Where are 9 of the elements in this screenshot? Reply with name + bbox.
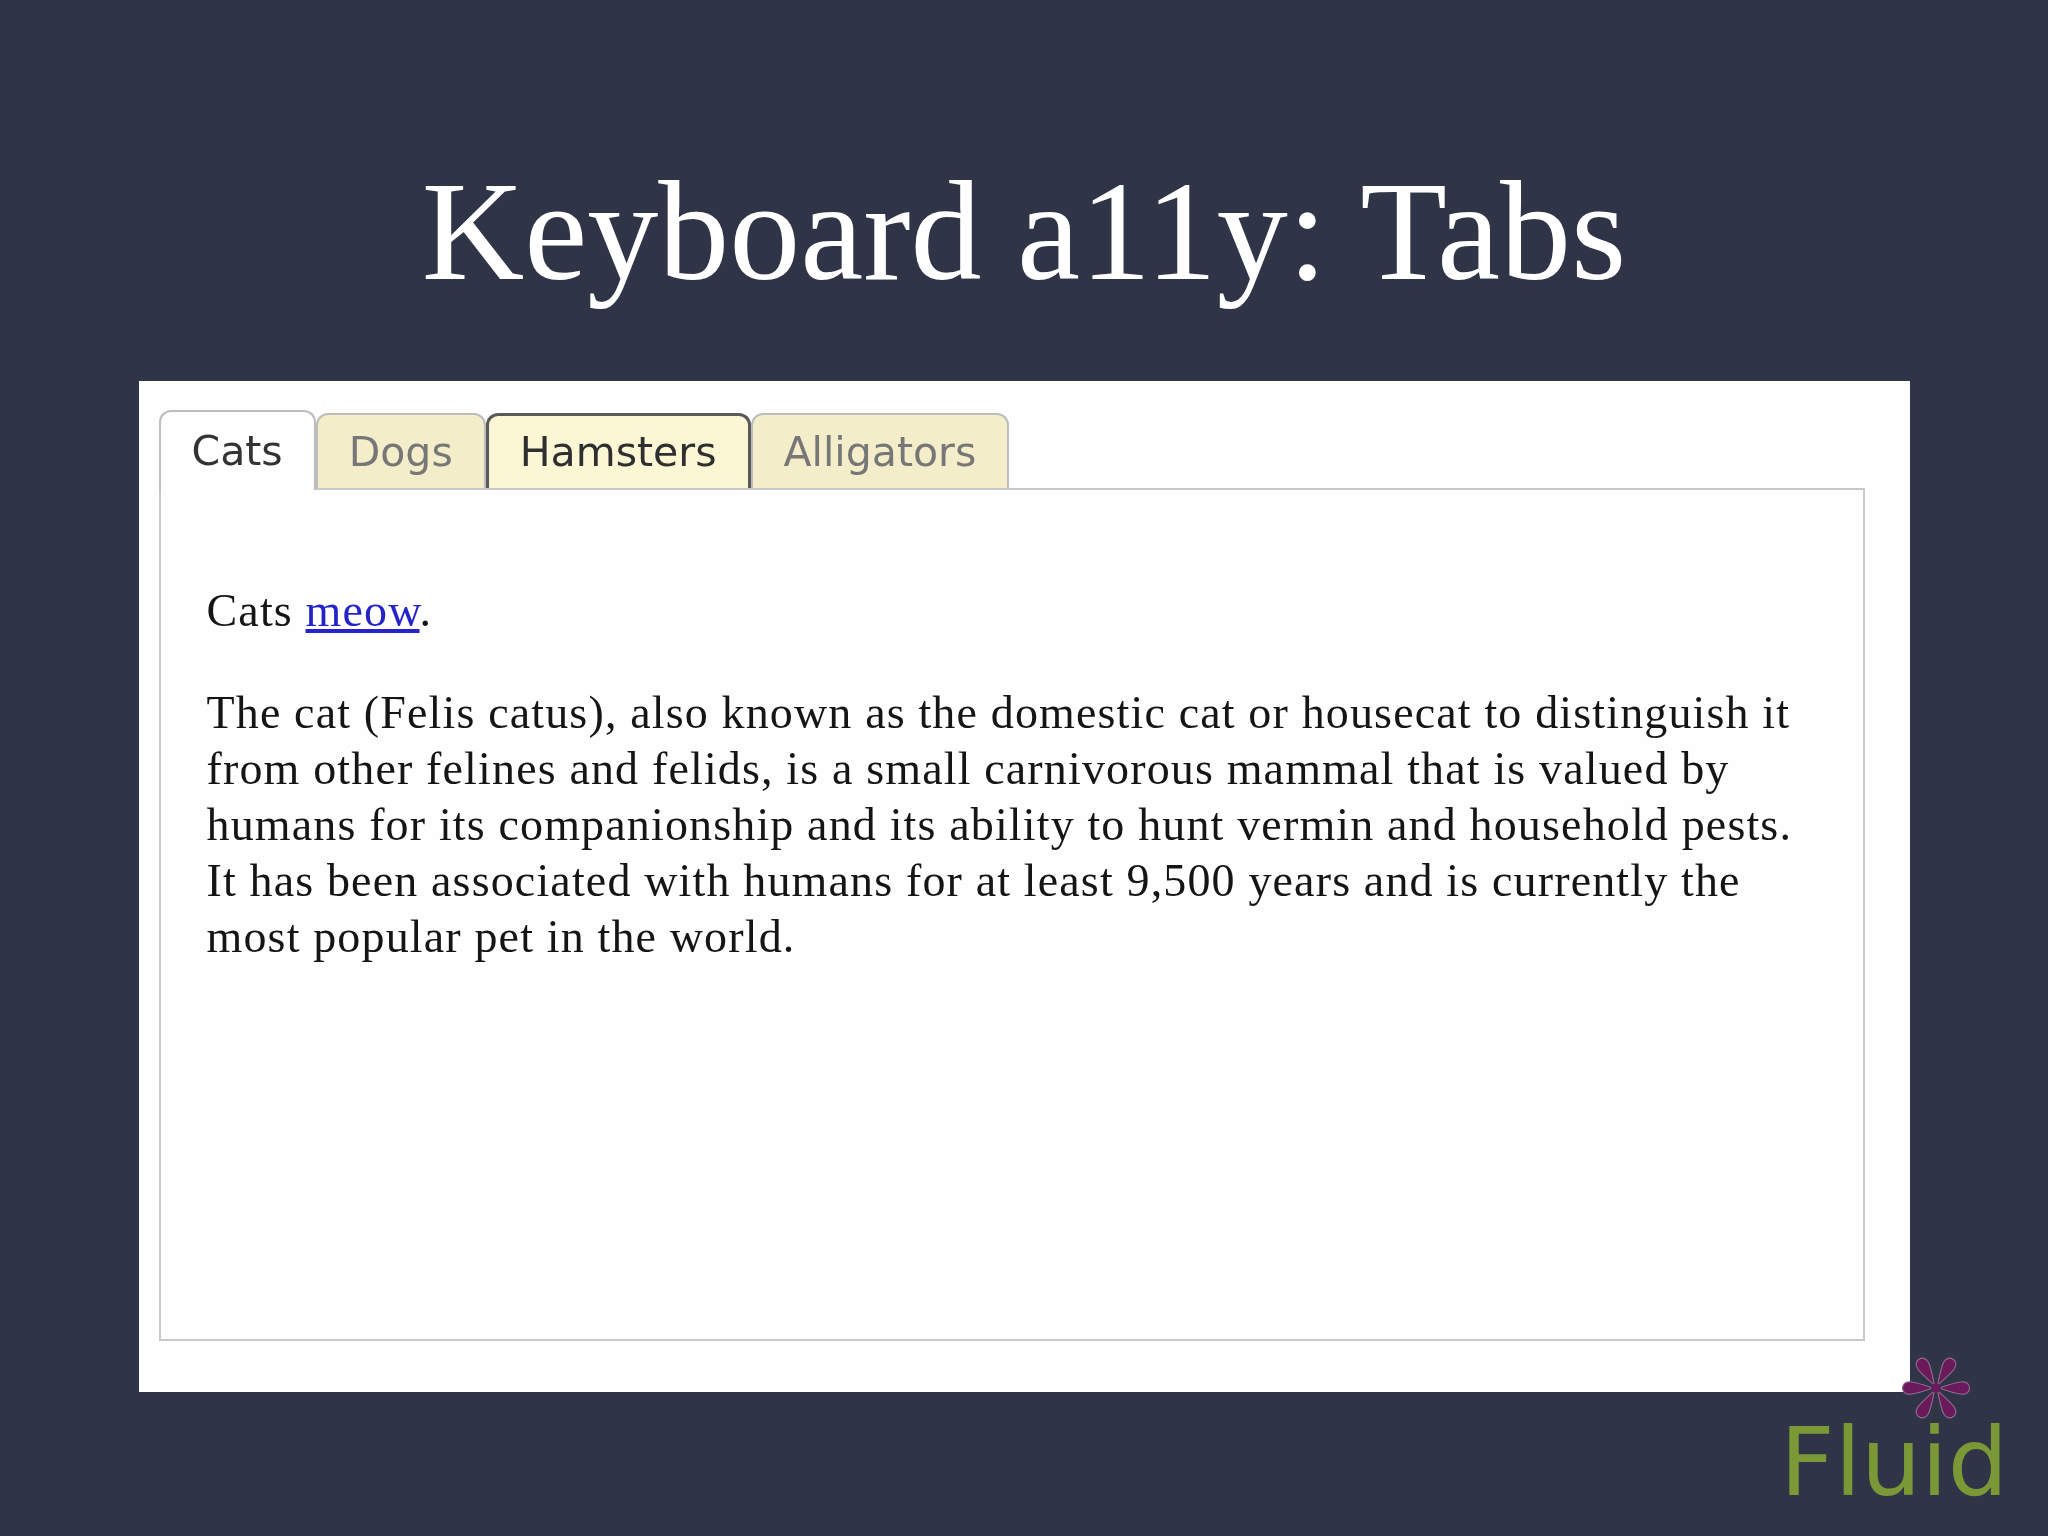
logo-text: Fluid <box>1780 1422 2008 1502</box>
text-link[interactable]: meow <box>305 585 420 636</box>
slide-title: Keyboard a11y: Tabs <box>421 151 1627 312</box>
tab[interactable]: Cats <box>158 410 316 490</box>
tab[interactable]: Dogs <box>315 413 486 488</box>
tab[interactable]: Hamsters <box>485 413 751 488</box>
intro-text: Cats meow. <box>206 584 434 638</box>
paragraph-text: The cat (Felis catus), also known as the domestic cat or housecat to distinguish it from other felines and felids, is a small carnivorous mammal that is valued by humans for its companionship and its ability to hunt vermin and household pests. It has been associated with humans for at least 9,500 years and is currently the most popular pet in the world. <box>206 686 1794 964</box>
tab[interactable]: Alligators <box>750 413 1010 488</box>
